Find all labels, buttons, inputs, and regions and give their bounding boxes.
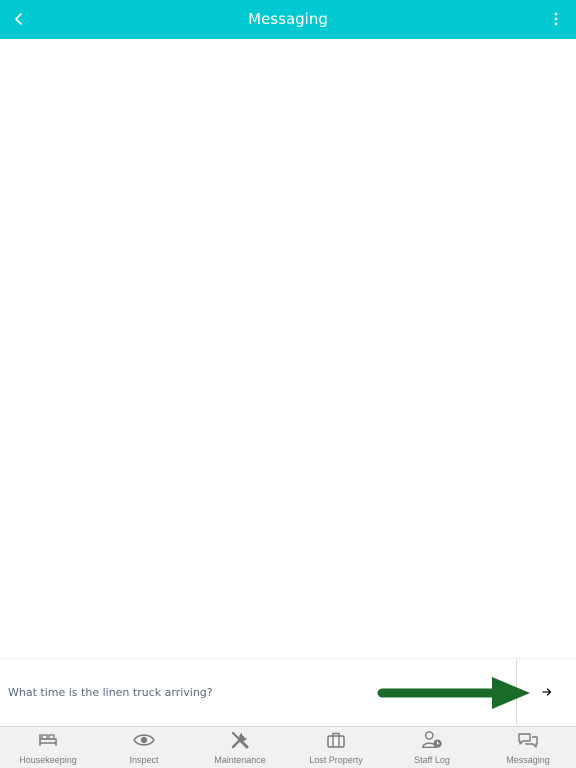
nav-item-staff-log[interactable]: Staff Log <box>384 727 480 768</box>
tools-icon <box>229 730 251 750</box>
back-button[interactable] <box>6 6 32 32</box>
chevron-left-icon <box>15 13 22 25</box>
arrow-right-icon <box>541 688 551 696</box>
bed-icon <box>37 730 59 750</box>
nav-label: Housekeeping <box>19 755 77 765</box>
user-clock-icon <box>421 730 443 750</box>
eye-icon <box>133 730 155 750</box>
nav-label: Maintenance <box>214 755 266 765</box>
nav-label: Inspect <box>129 755 159 765</box>
send-button[interactable] <box>517 659 576 725</box>
message-input[interactable] <box>0 659 516 726</box>
message-composer <box>0 658 576 726</box>
message-list[interactable] <box>0 39 576 658</box>
page-title: Messaging <box>248 10 328 28</box>
nav-label: Staff Log <box>414 755 450 765</box>
chat-bubbles-icon <box>517 730 539 750</box>
nav-item-housekeeping[interactable]: Housekeeping <box>0 727 96 768</box>
nav-item-lost-property[interactable]: Lost Property <box>288 727 384 768</box>
nav-item-messaging[interactable]: Messaging <box>480 727 576 768</box>
nav-label: Lost Property <box>309 755 363 765</box>
app-header: Messaging <box>0 0 576 39</box>
bottom-nav: Housekeeping Inspect Maintenance Lost Pr… <box>0 726 576 768</box>
more-vertical-icon <box>554 12 558 26</box>
more-menu-button[interactable] <box>544 7 568 31</box>
nav-item-maintenance[interactable]: Maintenance <box>192 727 288 768</box>
nav-label: Messaging <box>506 755 550 765</box>
briefcase-icon <box>325 730 347 750</box>
nav-item-inspect[interactable]: Inspect <box>96 727 192 768</box>
